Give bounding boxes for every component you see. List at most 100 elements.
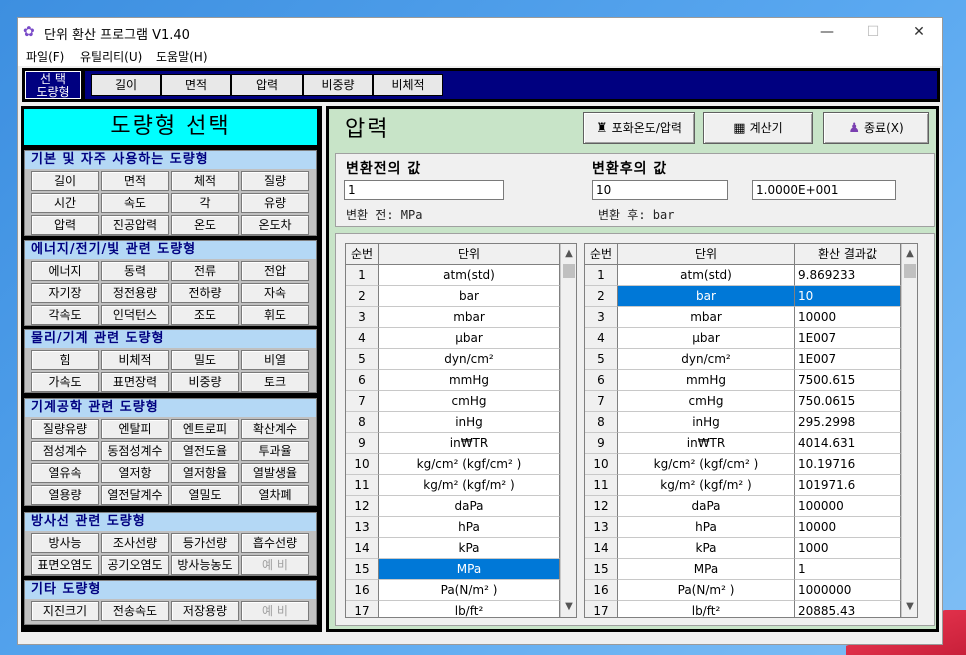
category-button[interactable]: 진공압력 xyxy=(101,215,169,235)
category-button[interactable]: 전송속도 xyxy=(101,601,169,621)
category-button[interactable]: 열전도율 xyxy=(171,441,239,461)
category-button[interactable]: 비중량 xyxy=(171,372,239,392)
target-table-scrollbar[interactable]: ▲ ▼ xyxy=(901,244,917,617)
calculator-button[interactable]: ▦ 계산기 xyxy=(703,112,813,144)
conversion-panel: 압력 ♜ 포화온도/압력 ▦ 계산기 ♟ 종료(X) 변환전의 값 변환후의 값 1 … xyxy=(326,106,939,632)
category-button[interactable]: 열용량 xyxy=(31,485,99,505)
category-button[interactable]: 힘 xyxy=(31,350,99,370)
scroll-up-icon[interactable]: ▲ xyxy=(561,246,576,262)
tab-pressure[interactable]: 압력 xyxy=(231,74,303,96)
category-button[interactable]: 온도차 xyxy=(241,215,309,235)
category-button[interactable]: 동점성계수 xyxy=(101,441,169,461)
exit-button[interactable]: ♟ 종료(X) xyxy=(823,112,929,144)
category-button[interactable]: 방사능농도 xyxy=(171,555,239,575)
source-table-scrollbar[interactable]: ▲ ▼ xyxy=(560,244,576,617)
row-number: 14 xyxy=(585,538,618,559)
category-button[interactable]: 토크 xyxy=(241,372,309,392)
category-button[interactable]: 정전용량 xyxy=(101,283,169,303)
category-button[interactable]: 열밀도 xyxy=(171,485,239,505)
category-button[interactable]: 각 xyxy=(171,193,239,213)
category-button[interactable]: 투과율 xyxy=(241,441,309,461)
category-button[interactable]: 에너지 xyxy=(31,261,99,281)
category-button[interactable]: 표면오염도 xyxy=(31,555,99,575)
tab-area[interactable]: 면적 xyxy=(161,74,231,96)
category-button[interactable]: 전압 xyxy=(241,261,309,281)
calculator-icon: ▦ xyxy=(733,121,746,136)
category-button[interactable]: 조도 xyxy=(171,305,239,325)
menu-help[interactable]: 도움말(H) xyxy=(156,48,208,65)
category-button[interactable]: 열저항 xyxy=(101,463,169,483)
category-button[interactable]: 체적 xyxy=(171,171,239,191)
menu-utility[interactable]: 유틸리티(U) xyxy=(80,48,142,65)
category-button[interactable]: 길이 xyxy=(31,171,99,191)
tab-length[interactable]: 길이 xyxy=(91,74,161,96)
category-button[interactable]: 질량 xyxy=(241,171,309,191)
tab-specific-weight[interactable]: 비중량 xyxy=(303,74,373,96)
unit-category-panel: 도량형 선택 기본 및 자주 사용하는 도량형 길이 면적 체적 질량 시간 속도 각 유량 압… xyxy=(21,106,322,632)
unit-name: atm(std) xyxy=(618,265,795,286)
category-button[interactable]: 시간 xyxy=(31,193,99,213)
scroll-down-icon[interactable]: ▼ xyxy=(561,599,576,615)
category-button[interactable]: 면적 xyxy=(101,171,169,191)
category-button[interactable]: 가속도 xyxy=(31,372,99,392)
column-header[interactable]: 순번 xyxy=(346,244,379,265)
scroll-up-icon[interactable]: ▲ xyxy=(902,246,917,262)
category-button[interactable]: 온도 xyxy=(171,215,239,235)
scroll-thumb[interactable] xyxy=(904,264,916,278)
column-header[interactable]: 순번 xyxy=(585,244,618,265)
category-button[interactable]: 열전달계수 xyxy=(101,485,169,505)
category-button[interactable]: 표면장력 xyxy=(101,372,169,392)
after-value-output[interactable]: 10 xyxy=(592,180,728,200)
category-button[interactable]: 공기오염도 xyxy=(101,555,169,575)
category-button[interactable]: 압력 xyxy=(31,215,99,235)
tab-specific-volume[interactable]: 비체적 xyxy=(373,74,443,96)
category-button[interactable]: 지진크기 xyxy=(31,601,99,621)
category-button[interactable]: 밀도 xyxy=(171,350,239,370)
category-button[interactable]: 열차폐 xyxy=(241,485,309,505)
converted-value: 295.2998 xyxy=(795,412,901,433)
column-header[interactable]: 단위 xyxy=(379,244,560,265)
category-button[interactable]: 비체적 xyxy=(101,350,169,370)
category-button[interactable]: 전하량 xyxy=(171,283,239,303)
category-button[interactable]: 열발생율 xyxy=(241,463,309,483)
category-button[interactable]: 조사선량 xyxy=(101,533,169,553)
category-button[interactable]: 예 비 xyxy=(241,555,309,575)
saturation-button[interactable]: ♜ 포화온도/압력 xyxy=(583,112,695,144)
category-button[interactable]: 전류 xyxy=(171,261,239,281)
scroll-thumb[interactable] xyxy=(563,264,575,278)
category-button[interactable]: 열저항율 xyxy=(171,463,239,483)
after-value-scientific[interactable]: 1.0000E+001 xyxy=(752,180,896,200)
column-header[interactable]: 단위 xyxy=(618,244,795,265)
category-button[interactable]: 예 비 xyxy=(241,601,309,621)
category-button[interactable]: 저장용량 xyxy=(171,601,239,621)
category-button[interactable]: 자기장 xyxy=(31,283,99,303)
category-button[interactable]: 확산계수 xyxy=(241,419,309,439)
category-button[interactable]: 유량 xyxy=(241,193,309,213)
category-button[interactable]: 인덕턴스 xyxy=(101,305,169,325)
category-button[interactable]: 휘도 xyxy=(241,305,309,325)
category-button[interactable]: 동력 xyxy=(101,261,169,281)
minimize-button[interactable]: — xyxy=(804,18,850,46)
category-button[interactable]: 질량유량 xyxy=(31,419,99,439)
category-button[interactable]: 방사능 xyxy=(31,533,99,553)
converted-value: 750.0615 xyxy=(795,391,901,412)
category-button[interactable]: 자속 xyxy=(241,283,309,303)
menu-file[interactable]: 파일(F) xyxy=(26,48,64,65)
before-value-input[interactable]: 1 xyxy=(344,180,504,200)
category-button[interactable]: 엔트로피 xyxy=(171,419,239,439)
category-button[interactable]: 엔탈피 xyxy=(101,419,169,439)
unit-name: MPa xyxy=(379,559,560,580)
category-button[interactable]: 등가선량 xyxy=(171,533,239,553)
row-number: 16 xyxy=(346,580,379,601)
scroll-down-icon[interactable]: ▼ xyxy=(902,599,917,615)
category-button[interactable]: 속도 xyxy=(101,193,169,213)
row-number: 1 xyxy=(346,265,379,286)
maximize-button[interactable]: ☐ xyxy=(850,18,896,46)
close-button[interactable]: ✕ xyxy=(896,18,942,46)
category-button[interactable]: 흡수선량 xyxy=(241,533,309,553)
column-header[interactable]: 환산 결과값 xyxy=(795,244,901,265)
category-button[interactable]: 열유속 xyxy=(31,463,99,483)
category-button[interactable]: 비열 xyxy=(241,350,309,370)
category-button[interactable]: 각속도 xyxy=(31,305,99,325)
category-button[interactable]: 점성계수 xyxy=(31,441,99,461)
